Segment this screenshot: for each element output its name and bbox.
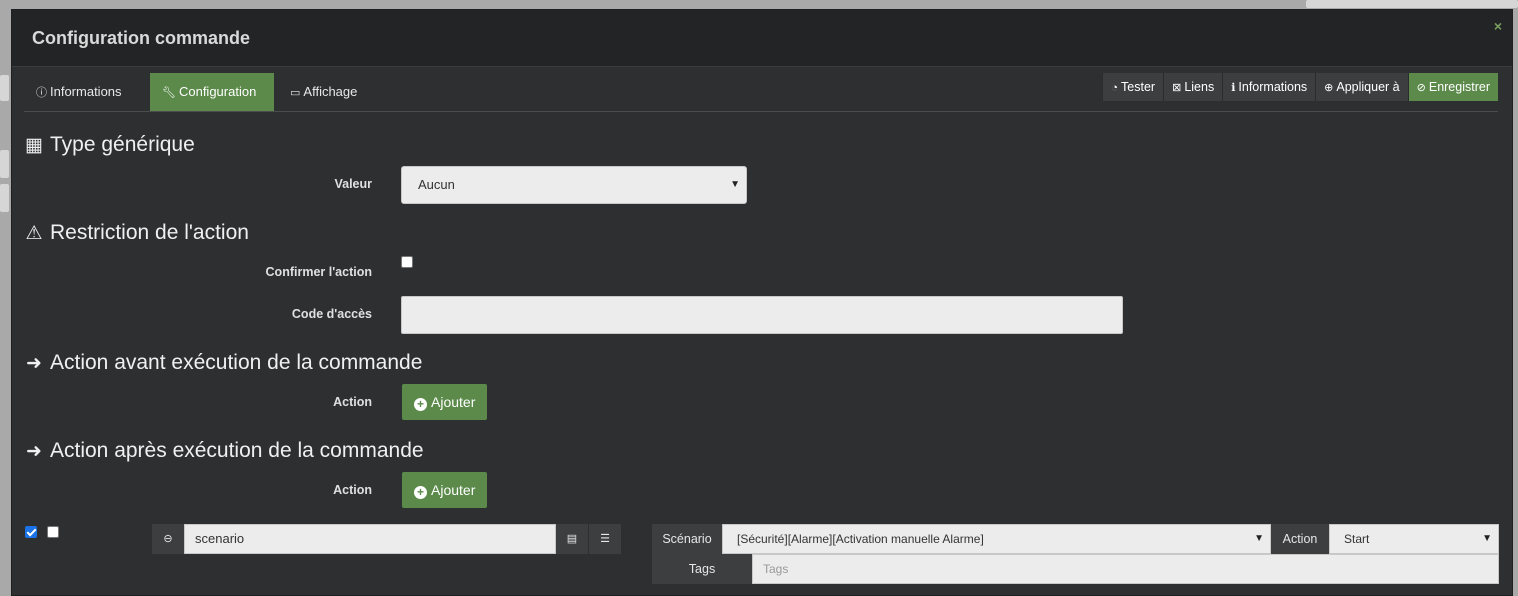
- wrench-icon: 🔧︎: [162, 87, 176, 99]
- building-icon: ▦: [25, 135, 43, 156]
- value-label: Valeur: [334, 177, 372, 191]
- post-action-label: Action: [333, 483, 372, 497]
- tab-divider: [24, 111, 1498, 112]
- background-strip: [0, 75, 9, 101]
- test-button[interactable]: ◔ Tester: [1102, 73, 1164, 101]
- sign-out-icon: ➜: [26, 441, 42, 462]
- rss-icon: ◔: [1111, 82, 1119, 94]
- chevron-down-icon: ▼: [1482, 533, 1492, 544]
- command-toolbar: ◔ Tester ⊠ Liens ℹ Informations ⊕ Appliquer …: [1102, 73, 1498, 101]
- background-strip: [0, 150, 9, 178]
- select-command-button[interactable]: ▤: [556, 524, 588, 554]
- scenario-action-label: Action: [1271, 524, 1329, 554]
- tab-affichage[interactable]: ▭ Affichage: [278, 73, 378, 111]
- pre-action-label: Action: [333, 395, 372, 409]
- link-icon: ⊠: [1172, 82, 1182, 94]
- links-button[interactable]: ⊠ Liens: [1163, 73, 1223, 101]
- section-pre-action: ➜ Action avant exécution de la commande: [24, 351, 422, 375]
- action-command-input[interactable]: scenario: [184, 524, 556, 554]
- scenario-action-select[interactable]: Start ▼: [1329, 524, 1499, 554]
- add-pre-action-button[interactable]: + Ajouter: [402, 384, 488, 420]
- desktop-icon: ▭: [290, 87, 301, 99]
- section-generic-type: ▦ Type générique: [25, 133, 195, 156]
- section-restriction: ⚠ Restriction de l'action: [25, 221, 249, 244]
- minus-circle-icon: ⊖: [163, 533, 173, 545]
- plus-circle-icon: +: [414, 398, 427, 411]
- select-scenario-button[interactable]: ☰: [589, 524, 621, 554]
- apply-to-button[interactable]: ⊕ Appliquer à: [1315, 73, 1408, 101]
- scenario-label: Scénario: [652, 524, 722, 554]
- action-background-checkbox[interactable]: [47, 526, 59, 538]
- section-post-action: ➜ Action après exécution de la commande: [24, 439, 424, 463]
- close-icon[interactable]: ×: [1494, 18, 1502, 34]
- access-code-label: Code d'accès: [291, 307, 372, 321]
- modal-header: Configuration commande ×: [12, 10, 1512, 67]
- plus-circle-icon: +: [414, 486, 427, 499]
- check-circle-icon: ⊘: [1416, 82, 1426, 94]
- plus-circle-icon: ⊕: [1324, 82, 1334, 94]
- command-config-modal: Configuration commande × ⓘ Informations 🔧…: [11, 9, 1513, 596]
- remove-action-button[interactable]: ⊖: [152, 524, 184, 554]
- list-icon: ☰: [600, 533, 610, 545]
- modal-title: Configuration commande: [32, 28, 251, 48]
- sign-out-icon: ➜: [26, 353, 42, 374]
- info-button[interactable]: ℹ Informations: [1222, 73, 1316, 101]
- chevron-down-icon: ▼: [1254, 533, 1264, 544]
- tab-configuration[interactable]: 🔧︎ Configuration: [150, 73, 274, 111]
- tab-informations[interactable]: ⓘ Informations: [24, 73, 146, 111]
- confirm-action-checkbox[interactable]: [401, 256, 413, 268]
- access-code-input[interactable]: [401, 296, 1123, 334]
- tags-input[interactable]: Tags: [752, 554, 1499, 584]
- background-strip: [1306, 0, 1518, 8]
- action-enabled-checkbox[interactable]: [25, 526, 37, 538]
- save-button[interactable]: ⊘ Enregistrer: [1407, 73, 1498, 101]
- confirm-action-label: Confirmer l'action: [265, 265, 372, 279]
- list-alt-icon: ▤: [566, 533, 578, 545]
- add-post-action-button[interactable]: + Ajouter: [402, 472, 488, 508]
- generic-type-select[interactable]: Aucun ▼: [401, 166, 747, 204]
- tags-label: Tags: [652, 554, 752, 584]
- background-strip: [0, 184, 9, 212]
- warning-icon: ⚠: [25, 223, 43, 244]
- chevron-down-icon: ▼: [730, 179, 740, 190]
- scenario-select[interactable]: [Sécurité][Alarme][Activation manuelle A…: [722, 524, 1271, 554]
- info-icon: ⓘ: [36, 87, 47, 99]
- info-icon: ℹ: [1231, 82, 1236, 94]
